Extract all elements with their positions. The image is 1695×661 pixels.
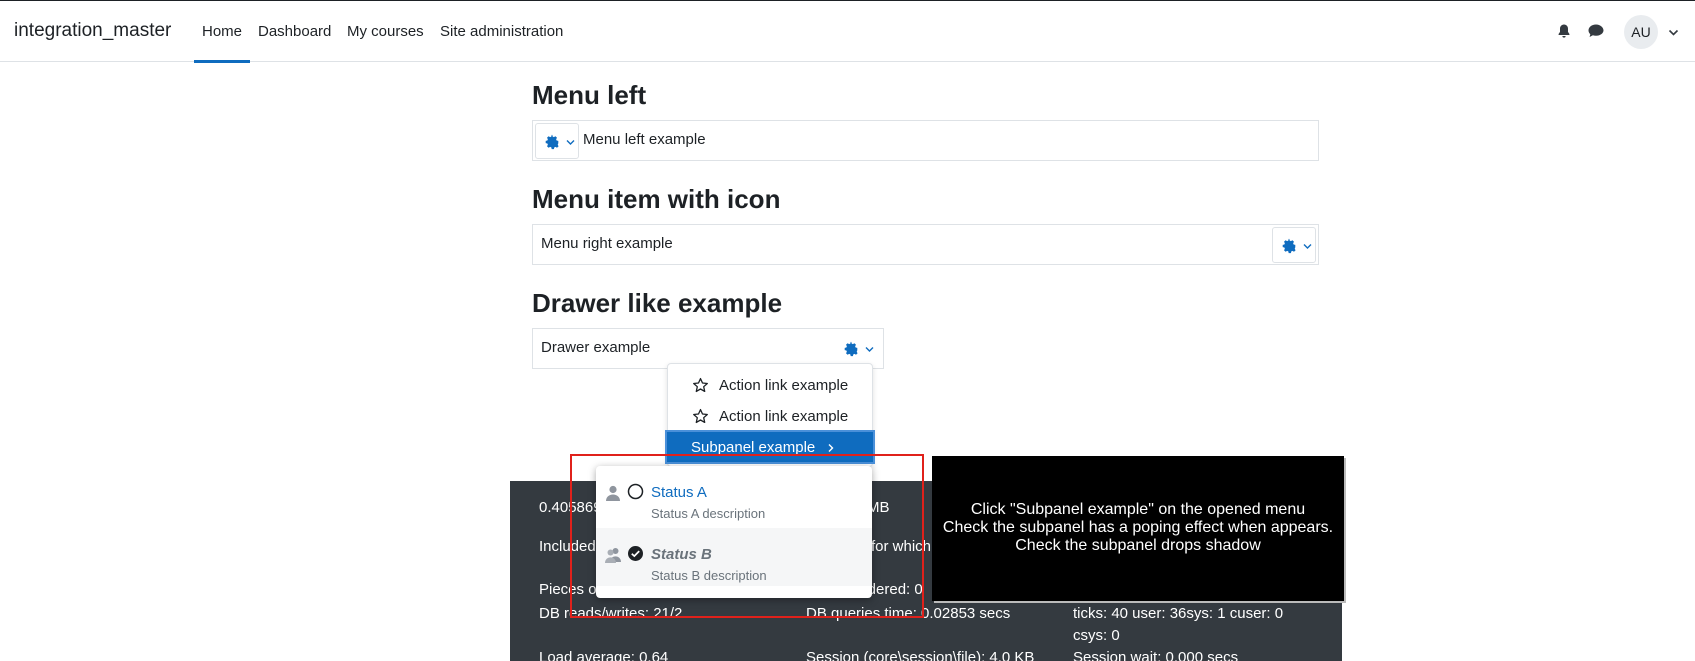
menu-left-box: Menu left example xyxy=(532,120,1319,161)
footer-session-text: Session (core\session\file): 4.0 KB xyxy=(806,649,1035,661)
action-link-item[interactable]: Action link example xyxy=(668,401,872,431)
gear-icon xyxy=(1282,238,1296,254)
gear-icon xyxy=(844,341,858,357)
top-navbar: integration_master Home Dashboard My cou… xyxy=(0,0,1695,63)
site-brand[interactable]: integration_master xyxy=(14,20,171,42)
footer-session-wait-text: Session wait: 0.000 secs xyxy=(1073,649,1239,661)
chat-bubble-icon[interactable] xyxy=(1587,23,1605,41)
menu-right-action-button[interactable] xyxy=(1272,227,1316,263)
footer-csys-text: csys: 0 xyxy=(1073,627,1120,644)
test-instructions-box: Click "Subpanel example" on the opened m… xyxy=(932,456,1344,601)
action-link-item[interactable]: Action link example xyxy=(668,370,872,400)
footer-ticks-text: ticks: 40 user: 36sys: 1 cuser: 0 xyxy=(1073,605,1284,622)
gear-icon xyxy=(545,134,559,150)
nav-my-courses[interactable]: My courses xyxy=(347,23,424,40)
star-icon xyxy=(693,377,708,393)
chevron-down-icon xyxy=(865,347,874,352)
footer-load-average-text: Load average: 0.64 xyxy=(539,649,669,661)
instruction-line-3: Check the subpanel drops shadow xyxy=(1015,537,1261,554)
bell-icon[interactable] xyxy=(1556,23,1574,41)
nav-home[interactable]: Home xyxy=(193,23,251,63)
drawer-action-button[interactable] xyxy=(835,331,879,367)
action-link-label: Action link example xyxy=(719,408,849,425)
section-title-menu-left: Menu left xyxy=(532,80,647,110)
section-title-menu-icon: Menu item with icon xyxy=(532,184,781,214)
instruction-line-2: Check the subpanel has a poping effect w… xyxy=(942,519,1334,536)
chevron-right-icon xyxy=(828,444,834,452)
instruction-line-1: Click "Subpanel example" on the opened m… xyxy=(970,501,1306,518)
highlight-frame xyxy=(570,454,924,618)
chevron-down-icon xyxy=(566,140,575,145)
drawer-example-text: Drawer example xyxy=(541,339,651,356)
star-icon xyxy=(693,408,708,424)
menu-right-box: Menu right example xyxy=(532,224,1319,265)
nav-site-administration[interactable]: Site administration xyxy=(440,23,563,40)
section-title-drawer: Drawer like example xyxy=(532,288,783,318)
menu-right-example-text: Menu right example xyxy=(541,235,673,252)
menu-left-example-text: Menu left example xyxy=(583,131,706,148)
chevron-down-icon xyxy=(1303,244,1312,249)
nav-dashboard[interactable]: Dashboard xyxy=(258,23,331,40)
user-avatar[interactable]: AU xyxy=(1624,15,1658,49)
action-link-label: Action link example xyxy=(719,377,849,394)
chevron-down-icon[interactable] xyxy=(1668,28,1679,37)
menu-left-action-button[interactable] xyxy=(535,123,579,159)
